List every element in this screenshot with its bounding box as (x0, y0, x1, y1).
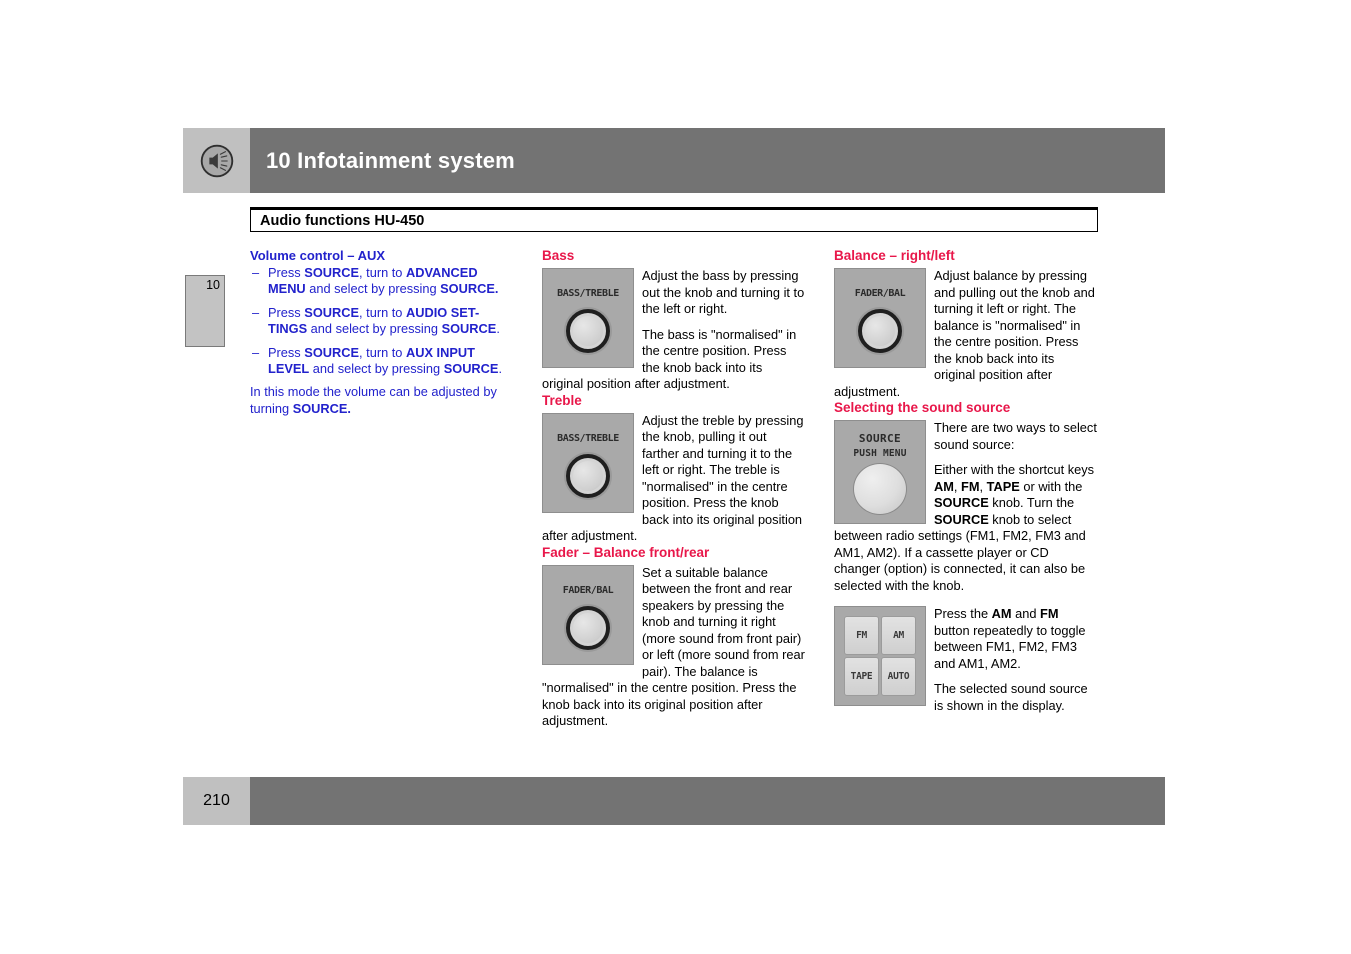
chapter-icon-block (183, 128, 250, 193)
heading-volume-control-aux: Volume control – AUX (250, 248, 386, 263)
section-title-box: Audio functions HU-450 (250, 207, 1098, 232)
bass-knob-figure: BASS/TREBLE (542, 268, 634, 368)
column-middle: Bass BASS/TREBLE Adjust the bass by pres… (542, 248, 805, 730)
page-footer: 210 (183, 777, 1165, 825)
volume-control-steps: Press SOURCE, turn to ADVANCED MENU and … (250, 265, 513, 377)
source-knob-panel: SOURCE PUSH MENU (834, 420, 926, 524)
column-left: Volume control – AUX Press SOURCE, turn … (250, 248, 513, 730)
chapter-header: 10 Infotainment system (183, 128, 1165, 193)
knob-panel: BASS/TREBLE (542, 268, 634, 368)
source-label-top: SOURCE (858, 432, 902, 445)
rotary-knob-icon (566, 309, 610, 353)
sound-source-block: SOURCE PUSH MENU There are two ways to s… (834, 420, 1097, 594)
balance-knob-figure: FADER/BAL (834, 268, 926, 368)
rotary-knob-icon (566, 605, 610, 650)
source-knob-icon (853, 463, 907, 515)
fm-button[interactable]: FM (844, 616, 879, 655)
list-item: Press SOURCE, turn to AUDIO SET-TINGS an… (250, 305, 513, 338)
chapter-title-bar: 10 Infotainment system (250, 128, 1165, 193)
volume-control-closing: In this mode the volume can be adjusted … (250, 384, 497, 416)
manual-page: 10 Infotainment system Audio functions H… (0, 0, 1351, 954)
knob-panel-label: BASS/TREBLE (557, 432, 619, 444)
chapter-tab: 10 (185, 275, 225, 347)
step-text-2: Press SOURCE, turn to AUDIO SET-TINGS an… (268, 304, 500, 337)
chapter-title: 10 Infotainment system (266, 147, 515, 173)
step-text-1: Press SOURCE, turn to ADVANCED MENU and … (268, 265, 499, 297)
heading-fader: Fader – Balance front/rear (542, 544, 710, 560)
list-item: Press SOURCE, turn to ADVANCED MENU and … (250, 265, 513, 298)
auto-button[interactable]: AUTO (881, 657, 916, 696)
heading-bass: Bass (542, 248, 575, 263)
speaker-volume-icon (200, 144, 233, 177)
button-pad-figure: FM AM TAPE AUTO (834, 606, 926, 706)
page-number: 210 (203, 792, 230, 809)
column-right: Balance – right/left FADER/BAL Adjust ba… (834, 248, 1097, 730)
source-label-bottom: PUSH MENU (853, 448, 907, 459)
tape-button[interactable]: TAPE (844, 657, 879, 696)
list-item: Press SOURCE, turn to AUX INPUT LEVEL an… (250, 345, 513, 378)
heading-treble: Treble (542, 392, 582, 408)
knob-panel-label: FADER/BAL (562, 584, 614, 596)
content-columns: Volume control – AUX Press SOURCE, turn … (250, 248, 1098, 730)
section-title: Audio functions HU-450 (260, 212, 425, 229)
knob-panel-label: FADER/BAL (854, 288, 906, 299)
knob-panel-label: BASS/TREBLE (557, 288, 619, 299)
bass-block: BASS/TREBLE Adjust the bass by pressing … (542, 268, 805, 393)
footer-bar (250, 777, 1165, 825)
knob-panel: FADER/BAL (542, 564, 634, 665)
radio-buttons-block: FM AM TAPE AUTO Press the AM and FM butt… (834, 606, 1097, 714)
heading-balance: Balance – right/left (834, 248, 955, 263)
balance-block: FADER/BAL Adjust balance by pressing and… (834, 268, 1097, 400)
treble-knob-figure: BASS/TREBLE (542, 412, 634, 513)
radio-button-pad: FM AM TAPE AUTO (834, 606, 926, 706)
rotary-knob-icon (566, 453, 610, 498)
rotary-knob-icon (858, 309, 902, 353)
page-number-box: 210 (183, 777, 250, 825)
source-knob-figure: SOURCE PUSH MENU (834, 420, 926, 524)
knob-panel: FADER/BAL (834, 268, 926, 368)
fader-knob-figure: FADER/BAL (542, 564, 634, 665)
knob-panel: BASS/TREBLE (542, 412, 634, 513)
chapter-tab-number: 10 (206, 278, 220, 292)
step-text-3: Press SOURCE, turn to AUX INPUT LEVEL an… (268, 344, 503, 376)
treble-block: BASS/TREBLE Adjust the treble by pressin… (542, 412, 805, 545)
fader-block: FADER/BAL Set a suitable balance between… (542, 564, 805, 730)
am-button[interactable]: AM (881, 616, 916, 655)
heading-selecting-sound-source: Selecting the sound source (834, 400, 1011, 415)
